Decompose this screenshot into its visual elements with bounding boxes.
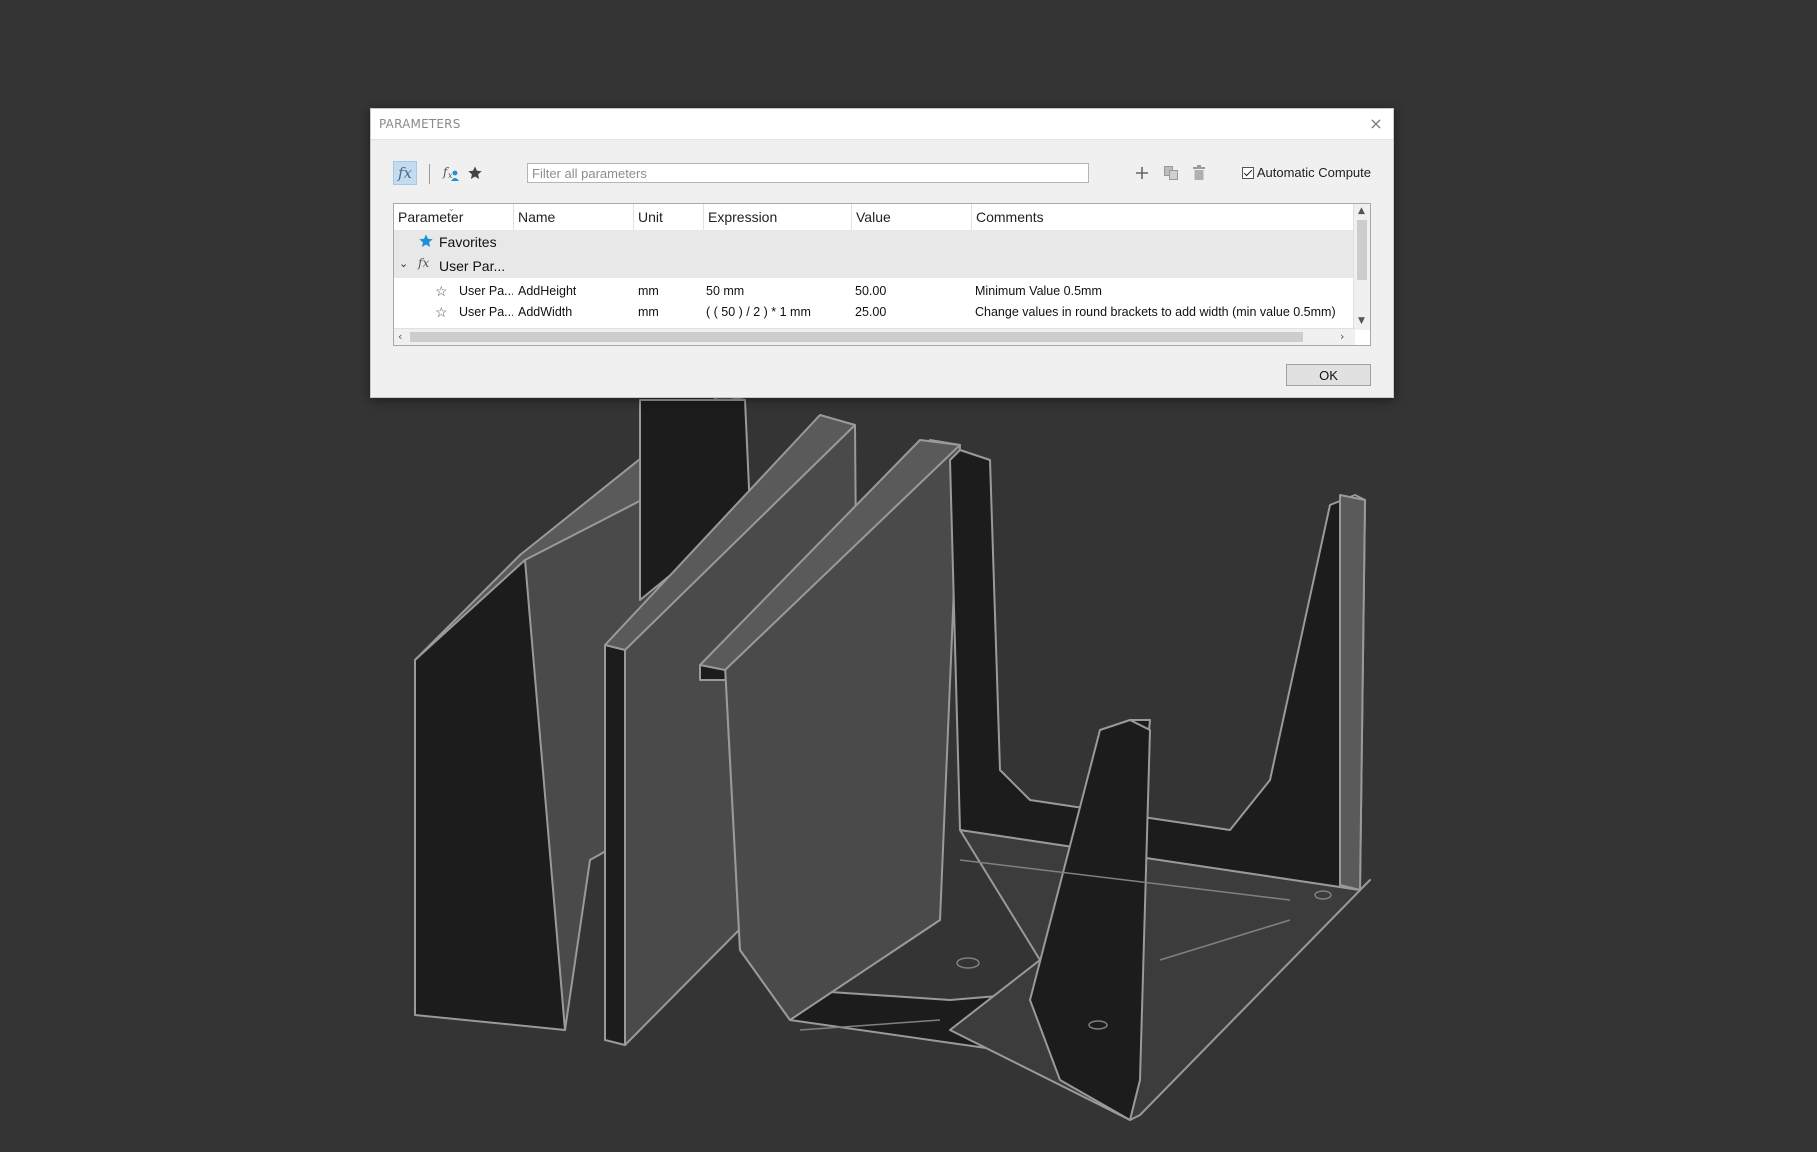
fx-icon: fx	[418, 256, 430, 270]
delete-icon	[1193, 165, 1205, 180]
add-icon	[1136, 167, 1148, 179]
cell-expression[interactable]: ( ( 50 ) / 2 ) * 1 mm	[706, 305, 811, 319]
filter-parameters-input[interactable]	[527, 163, 1089, 183]
copy-icon	[1164, 166, 1178, 180]
parameters-toolbar: fx f x Filter all parameters Automatic C…	[393, 161, 1371, 189]
cell-parameter: User Pa...	[459, 305, 513, 319]
scroll-down-icon[interactable]: ▼	[1358, 316, 1365, 326]
parameters-table: ⌄ Parameter Name Unit Expression Value C…	[393, 203, 1371, 346]
column-header-comments[interactable]: Comments	[972, 204, 1355, 230]
column-header-parameter[interactable]: ⌄ Parameter	[394, 204, 514, 230]
add-parameter-button[interactable]	[1130, 161, 1154, 185]
cell-comment[interactable]: Change values in round brackets to add w…	[975, 305, 1355, 319]
dialog-titlebar[interactable]: PARAMETERS ×	[371, 109, 1393, 140]
ok-button[interactable]: OK	[1286, 364, 1371, 386]
horizontal-scroll-thumb[interactable]	[410, 332, 1303, 342]
svg-text:x: x	[448, 171, 453, 180]
group-label-favorites: Favorites	[439, 234, 497, 250]
scroll-left-icon[interactable]: ‹	[398, 330, 402, 343]
favorites-star-icon	[468, 166, 482, 179]
model-back-wall	[949, 449, 1366, 891]
copy-parameter-button[interactable]	[1159, 161, 1183, 185]
group-row-user-parameters[interactable]: ⌄ fx User Par...	[394, 254, 1355, 278]
close-icon[interactable]: ×	[1367, 115, 1385, 133]
automatic-compute-label: Automatic Compute	[1256, 165, 1371, 180]
star-icon	[419, 234, 433, 247]
table-row[interactable]: ☆ User Pa... AddWidth mm ( ( 50 ) / 2 ) …	[394, 302, 1355, 323]
column-header-value[interactable]: Value	[852, 204, 972, 230]
column-header-expression[interactable]: Expression	[704, 204, 852, 230]
horizontal-scrollbar[interactable]: ‹ ›	[394, 328, 1355, 345]
vertical-scroll-thumb[interactable]	[1357, 220, 1367, 280]
cell-parameter: User Pa...	[459, 284, 513, 298]
dialog-title: PARAMETERS	[379, 117, 461, 131]
column-header-unit[interactable]: Unit	[634, 204, 704, 230]
model-middle-plate-face	[604, 644, 626, 1046]
delete-parameter-button[interactable]	[1187, 161, 1211, 185]
sort-caret-icon: ⌄	[448, 204, 455, 213]
vertical-scrollbar[interactable]: ▲ ▼	[1353, 204, 1370, 330]
cell-unit: mm	[638, 305, 659, 319]
cell-name: AddWidth	[518, 305, 573, 319]
cell-name: AddHeight	[518, 284, 577, 298]
cell-value: 50.00	[855, 284, 887, 298]
cell-unit: mm	[638, 284, 659, 298]
toolbar-separator	[429, 164, 430, 184]
favorite-star-icon[interactable]: ☆	[435, 283, 448, 300]
automatic-compute-checkbox[interactable]	[1241, 166, 1254, 179]
scroll-right-icon[interactable]: ›	[1340, 330, 1344, 343]
favorite-star-icon[interactable]: ☆	[435, 304, 448, 321]
model-back-wall-right	[1339, 494, 1366, 891]
parameters-dialog: PARAMETERS × fx f x Filter all parameter…	[370, 108, 1394, 398]
table-row[interactable]: ☆ User Pa... AddHeight mm 50 mm 50.00 Mi…	[394, 281, 1355, 302]
group-row-favorites[interactable]: Favorites	[394, 230, 1355, 254]
automatic-compute-toggle[interactable]: Automatic Compute	[1241, 165, 1371, 180]
user-parameters-button[interactable]: f x	[439, 161, 463, 185]
cell-expression[interactable]: 50 mm	[706, 284, 744, 298]
cell-value: 25.00	[855, 305, 887, 319]
group-label-user-parameters: User Par...	[439, 258, 506, 274]
all-parameters-button[interactable]: fx	[393, 161, 417, 185]
fx-all-parameters-icon: fx	[397, 164, 412, 182]
cell-comment[interactable]: Minimum Value 0.5mm	[975, 284, 1102, 298]
column-header-name[interactable]: Name	[514, 204, 634, 230]
fx-user-parameters-icon: f x	[442, 165, 459, 181]
chevron-down-icon[interactable]: ⌄	[399, 257, 408, 270]
scroll-up-icon[interactable]: ▲	[1358, 206, 1365, 216]
favorites-filter-button[interactable]	[463, 161, 487, 185]
